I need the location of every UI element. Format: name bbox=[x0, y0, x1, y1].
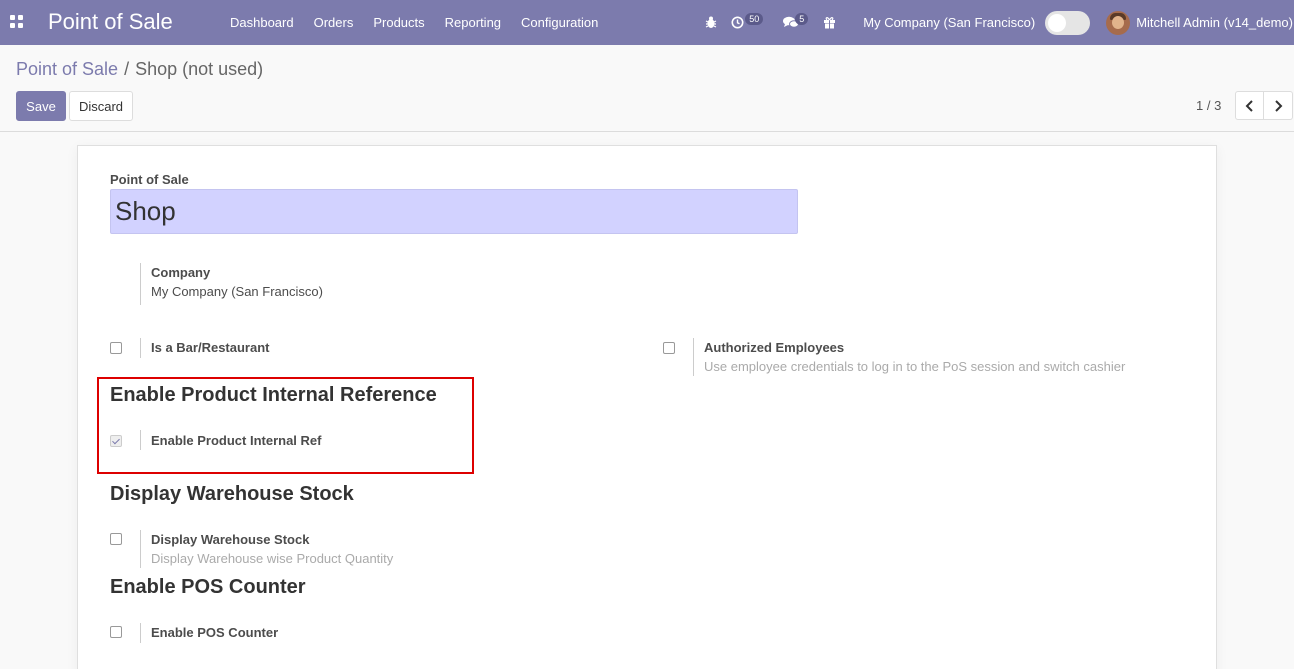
discard-button[interactable]: Discard bbox=[69, 91, 133, 121]
bar-restaurant-label: Is a Bar/Restaurant bbox=[151, 340, 270, 355]
chevron-right-icon bbox=[1274, 99, 1282, 112]
warehouse-stock-checkbox[interactable] bbox=[110, 533, 122, 545]
authorized-employees-help: Use employee credentials to log in to th… bbox=[704, 359, 1126, 374]
breadcrumb-separator: / bbox=[124, 59, 130, 79]
field-separator bbox=[140, 530, 141, 568]
pager-previous-button[interactable] bbox=[1235, 91, 1264, 120]
internal-ref-label: Enable Product Internal Ref bbox=[151, 433, 322, 448]
breadcrumb-parent[interactable]: Point of Sale bbox=[16, 59, 118, 79]
app-title[interactable]: Point of Sale bbox=[48, 9, 173, 35]
pager-value[interactable]: 1 / 3 bbox=[1196, 98, 1221, 113]
field-separator bbox=[140, 623, 141, 643]
field-separator bbox=[140, 430, 141, 450]
activity-badge: 50 bbox=[745, 13, 764, 25]
menu-item-orders[interactable]: Orders bbox=[314, 15, 354, 30]
chat-bubbles-icon[interactable]: 5 bbox=[783, 0, 817, 45]
main-menu: Dashboard Orders Products Reporting Conf… bbox=[230, 15, 598, 30]
bar-restaurant-checkbox[interactable] bbox=[110, 342, 122, 354]
warehouse-stock-label: Display Warehouse Stock bbox=[151, 532, 310, 547]
company-switcher[interactable]: My Company (San Francisco) bbox=[863, 15, 1035, 30]
activity-clock-icon[interactable]: 50 bbox=[731, 0, 775, 45]
toggle-knob bbox=[1048, 13, 1067, 32]
avatar[interactable] bbox=[1106, 10, 1131, 35]
pos-name-input[interactable] bbox=[110, 189, 798, 234]
breadcrumb: Point of Sale / Shop (not used) bbox=[16, 59, 263, 80]
chevron-left-icon bbox=[1245, 99, 1253, 112]
company-toggle[interactable] bbox=[1045, 10, 1091, 35]
company-label: Company bbox=[151, 265, 211, 280]
menu-item-products[interactable]: Products bbox=[373, 15, 424, 30]
messages-badge: 5 bbox=[795, 13, 809, 25]
internal-ref-section-title: Enable Product Internal Reference bbox=[110, 384, 437, 406]
menu-item-dashboard[interactable]: Dashboard bbox=[230, 15, 294, 30]
menu-item-reporting[interactable]: Reporting bbox=[445, 15, 501, 30]
warehouse-stock-help: Display Warehouse wise Product Quantity bbox=[151, 551, 394, 566]
save-button[interactable]: Save bbox=[16, 91, 66, 121]
bug-icon[interactable] bbox=[699, 0, 723, 45]
pos-counter-label: Enable POS Counter bbox=[151, 625, 279, 640]
authorized-employees-label: Authorized Employees bbox=[704, 340, 845, 355]
breadcrumb-current: Shop (not used) bbox=[135, 59, 264, 79]
pager-next-button[interactable] bbox=[1264, 91, 1293, 120]
field-separator bbox=[140, 338, 141, 358]
grid-icon[interactable] bbox=[10, 15, 23, 28]
user-menu[interactable]: Mitchell Admin (v14_demo) bbox=[1136, 15, 1293, 30]
pos-counter-checkbox[interactable] bbox=[110, 626, 122, 638]
warehouse-section-title: Display Warehouse Stock bbox=[110, 483, 354, 505]
top-navbar: Point of Sale Dashboard Orders Products … bbox=[0, 0, 1294, 45]
pos-counter-section-title: Enable POS Counter bbox=[110, 576, 306, 598]
menu-item-configuration[interactable]: Configuration bbox=[521, 15, 598, 30]
systray: 50 5 My Company (San Francisco) Mitchell… bbox=[699, 0, 1294, 45]
internal-ref-checkbox[interactable] bbox=[110, 435, 122, 447]
name-label: Point of Sale bbox=[110, 172, 189, 187]
company-value[interactable]: My Company (San Francisco) bbox=[151, 284, 323, 299]
authorized-employees-checkbox[interactable] bbox=[663, 342, 675, 354]
field-separator bbox=[693, 338, 694, 376]
gift-icon[interactable] bbox=[821, 0, 837, 45]
field-separator bbox=[140, 263, 141, 305]
